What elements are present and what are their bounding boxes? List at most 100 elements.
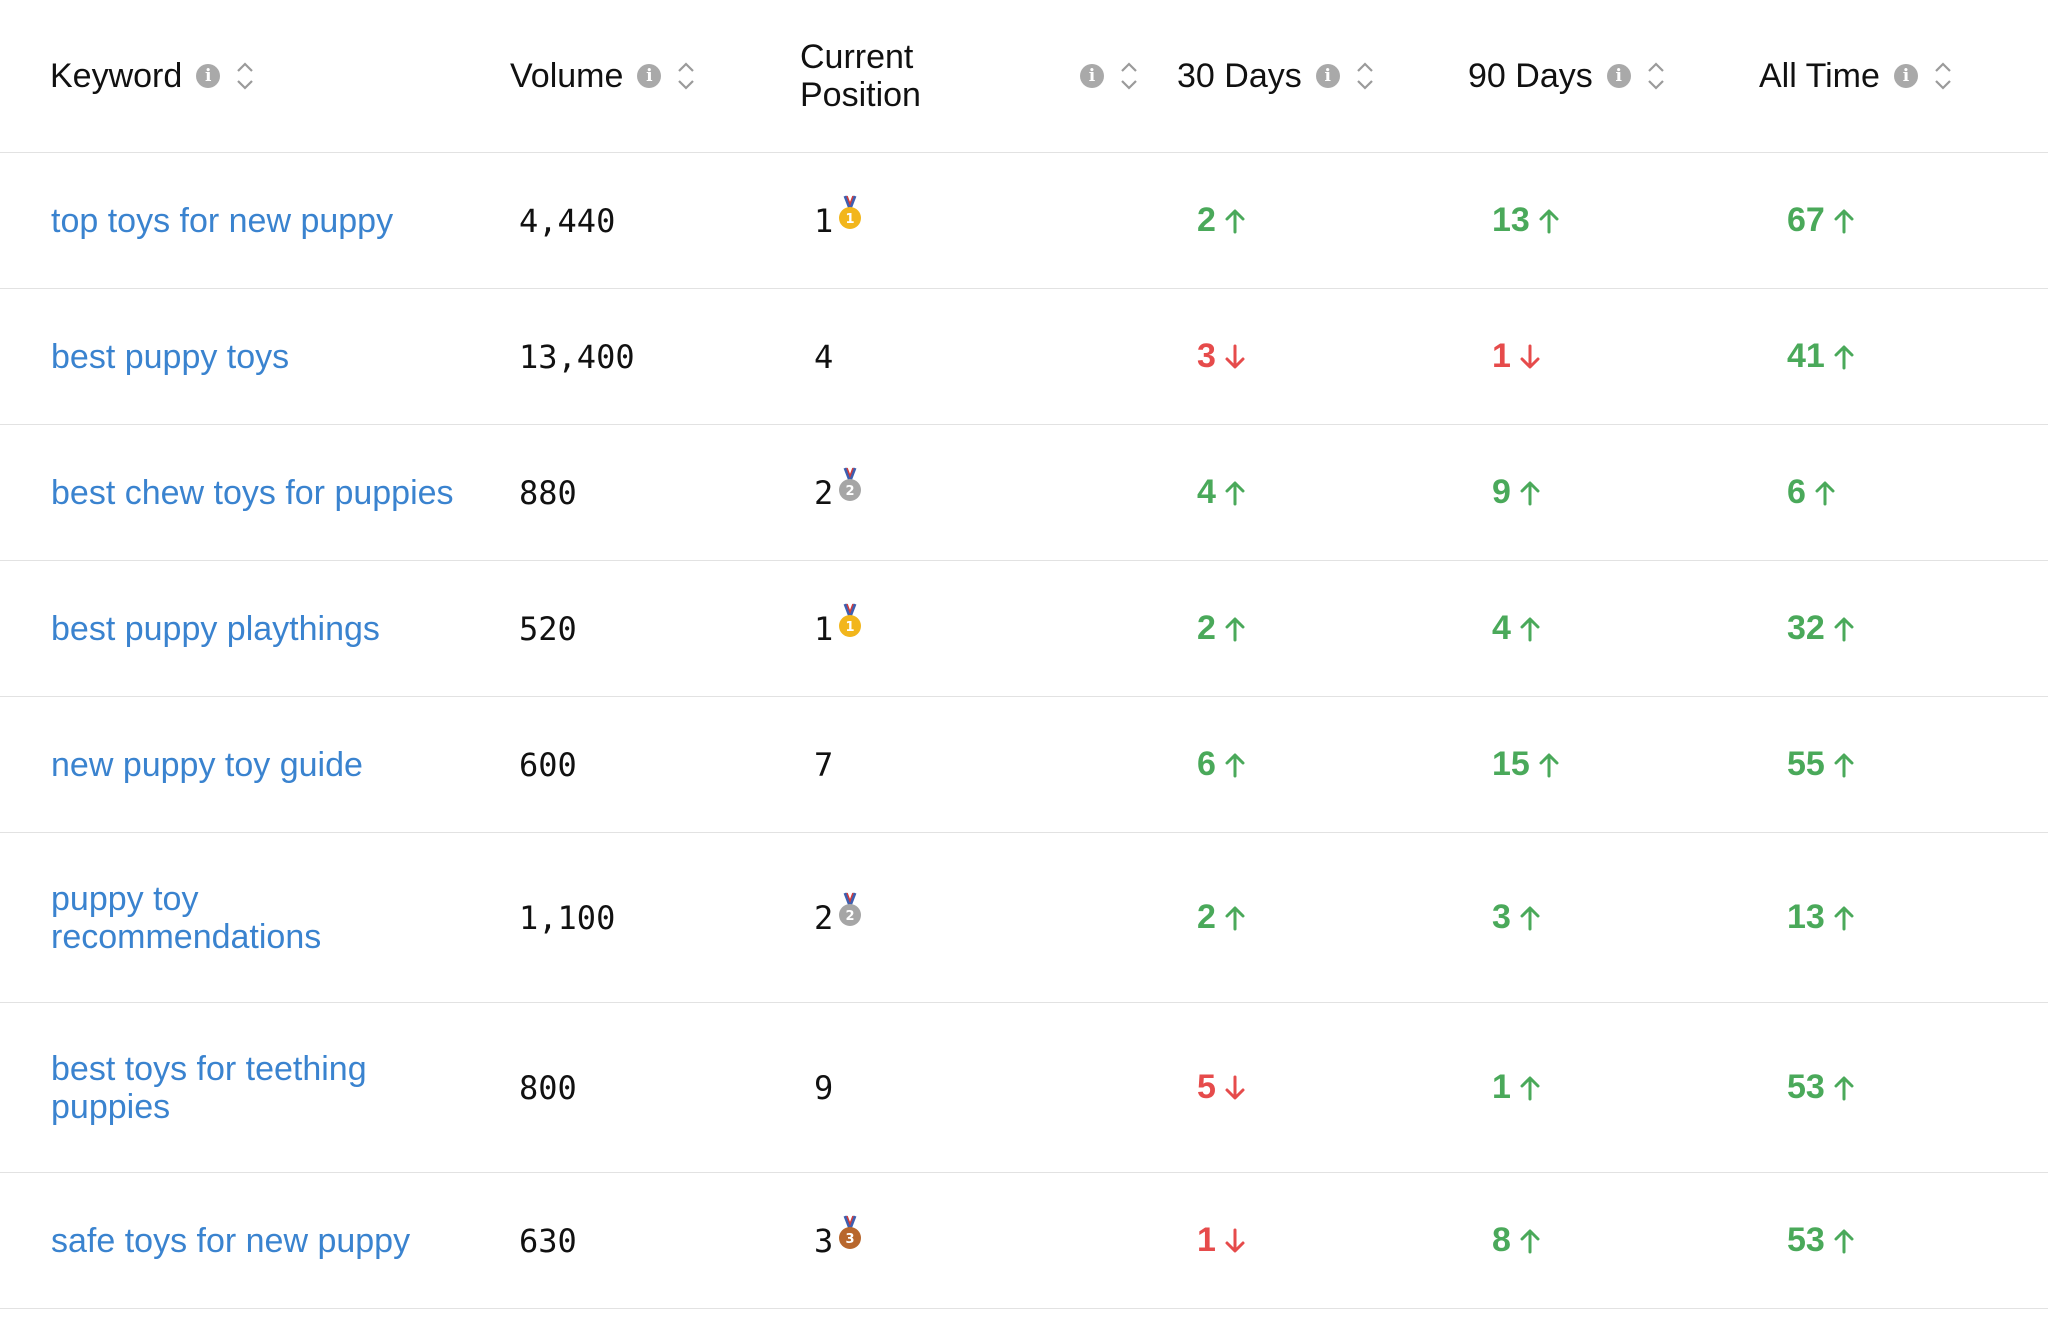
change-all: 32 — [1787, 561, 1855, 696]
sort-icon[interactable] — [1354, 59, 1376, 93]
keyword-link[interactable]: best puppy playthings — [51, 610, 380, 648]
arrow-up-icon — [1825, 1228, 1855, 1254]
info-icon[interactable]: i — [196, 64, 221, 88]
keyword-cell: best puppy toys — [51, 289, 491, 424]
change-all: 53 — [1787, 1003, 1855, 1172]
column-label: Volume — [510, 57, 624, 95]
change-d90: 13 — [1492, 153, 1560, 288]
volume-cell: 600 — [519, 745, 577, 784]
column-header-30-days[interactable]: 30 Days i — [1177, 0, 1376, 152]
change-all: 13 — [1787, 833, 1855, 1002]
keyword-link[interactable]: new puppy toy guide — [51, 746, 363, 784]
arrow-up-icon — [1216, 480, 1246, 506]
change-d90: 1 — [1492, 1003, 1541, 1172]
arrow-down-icon — [1216, 1075, 1246, 1101]
arrow-up-icon — [1825, 616, 1855, 642]
silver-medal-icon: 2 — [837, 891, 863, 936]
silver-medal-icon: 2 — [837, 466, 863, 511]
change-d30: 5 — [1197, 1003, 1246, 1172]
position-cell: 11 — [814, 153, 863, 288]
change-all: 67 — [1787, 153, 1855, 288]
change-value: 4 — [1492, 609, 1511, 647]
position-cell: 11 — [814, 561, 863, 696]
arrow-up-icon — [1825, 905, 1855, 931]
position-cell: 4 — [814, 337, 834, 376]
keyword-cell: puppy toy recommendations — [51, 833, 491, 1002]
bronze-medal-icon: 3 — [837, 1214, 863, 1259]
change-value: 2 — [1197, 898, 1216, 936]
change-value: 6 — [1197, 745, 1216, 783]
change-value: 15 — [1492, 745, 1530, 783]
info-icon[interactable]: i — [1893, 64, 1918, 88]
change-value: 6 — [1787, 473, 1806, 511]
info-icon[interactable]: i — [1080, 64, 1104, 88]
change-all: 55 — [1787, 697, 1855, 832]
column-header-90-days[interactable]: 90 Days i — [1468, 0, 1667, 152]
info-icon[interactable]: i — [1606, 64, 1631, 88]
keyword-link[interactable]: best chew toys for puppies — [51, 474, 454, 512]
arrow-up-icon — [1511, 1075, 1541, 1101]
keyword-link[interactable]: puppy toy recommendations — [51, 880, 321, 956]
sort-icon[interactable] — [1932, 59, 1954, 93]
arrow-up-icon — [1530, 208, 1560, 234]
table-row: new puppy toy guide 600 7 6 15 55 — [0, 697, 2048, 833]
change-d90: 3 — [1492, 833, 1541, 1002]
change-d30: 6 — [1197, 697, 1246, 832]
change-value: 1 — [1492, 1068, 1511, 1106]
table-row: top toys for new puppy 4,440 1 1 2 13 67 — [0, 153, 2048, 289]
change-d30: 1 — [1197, 1173, 1246, 1308]
keyword-link[interactable]: top toys for new puppy — [51, 202, 393, 240]
column-header-current-position[interactable]: Current Position i — [800, 0, 1140, 152]
table-header: Keyword i Volume i Current Position i 30 … — [0, 0, 2048, 153]
info-icon[interactable]: i — [637, 64, 662, 88]
keyword-cell: best puppy playthings — [51, 561, 491, 696]
column-header-volume[interactable]: Volume i — [510, 0, 697, 152]
keyword-cell: best toys for teething puppies — [51, 1003, 491, 1172]
arrow-up-icon — [1825, 752, 1855, 778]
change-value: 13 — [1492, 201, 1530, 239]
svg-text:2: 2 — [846, 909, 855, 924]
change-d90: 9 — [1492, 425, 1541, 560]
arrow-up-icon — [1216, 752, 1246, 778]
change-d30: 2 — [1197, 561, 1246, 696]
volume-cell: 520 — [519, 609, 577, 648]
arrow-down-icon — [1216, 1228, 1246, 1254]
arrow-up-icon — [1216, 616, 1246, 642]
volume-cell: 800 — [519, 1068, 577, 1107]
keyword-ranking-table: Keyword i Volume i Current Position i 30 … — [0, 0, 2048, 1309]
change-value: 8 — [1492, 1221, 1511, 1259]
keyword-cell: best chew toys for puppies — [51, 425, 491, 560]
info-icon[interactable]: i — [1315, 64, 1340, 88]
change-value: 2 — [1197, 201, 1216, 239]
position-cell: 9 — [814, 1068, 834, 1107]
arrow-down-icon — [1216, 344, 1246, 370]
arrow-down-icon — [1511, 344, 1541, 370]
arrow-up-icon — [1511, 616, 1541, 642]
column-header-keyword[interactable]: Keyword i — [50, 0, 256, 152]
column-label: All Time — [1759, 57, 1880, 95]
sort-icon[interactable] — [234, 59, 256, 93]
change-value: 1 — [1197, 1221, 1216, 1259]
arrow-up-icon — [1806, 480, 1836, 506]
keyword-link[interactable]: safe toys for new puppy — [51, 1222, 410, 1260]
keyword-link[interactable]: best puppy toys — [51, 338, 289, 376]
change-value: 2 — [1197, 609, 1216, 647]
arrow-up-icon — [1825, 1075, 1855, 1101]
change-value: 1 — [1492, 337, 1511, 375]
volume-cell: 630 — [519, 1221, 577, 1260]
change-all: 53 — [1787, 1173, 1855, 1308]
position-cell: 7 — [814, 745, 834, 784]
column-header-all-time[interactable]: All Time i — [1759, 0, 1954, 152]
keyword-link[interactable]: best toys for teething puppies — [51, 1050, 367, 1126]
sort-icon[interactable] — [675, 59, 697, 93]
svg-text:2: 2 — [846, 484, 855, 499]
change-value: 13 — [1787, 898, 1825, 936]
sort-icon[interactable] — [1118, 59, 1140, 93]
sort-icon[interactable] — [1645, 59, 1667, 93]
table-row: best puppy playthings 520 1 1 2 4 32 — [0, 561, 2048, 697]
arrow-up-icon — [1511, 1228, 1541, 1254]
change-value: 4 — [1197, 473, 1216, 511]
column-label: Keyword — [50, 57, 183, 95]
arrow-up-icon — [1825, 344, 1855, 370]
change-value: 53 — [1787, 1068, 1825, 1106]
